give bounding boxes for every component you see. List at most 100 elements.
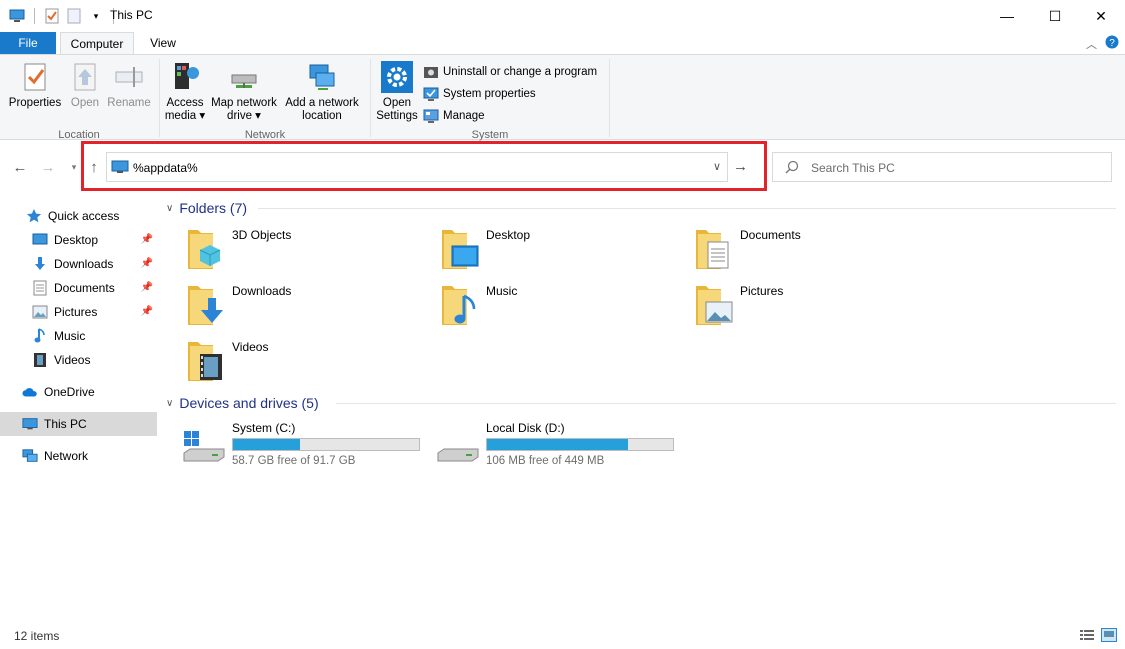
folder-item-music[interactable]: Music — [440, 282, 680, 332]
nav-this-pc[interactable]: This PC — [0, 412, 157, 436]
nav-item-pictures[interactable]: Pictures 📌 — [0, 300, 157, 324]
ribbon-tabs: File Computer View ︿ ? — [0, 32, 1125, 55]
address-input[interactable]: %appdata% — [133, 161, 198, 175]
minimize-button[interactable]: — — [984, 0, 1030, 32]
search-placeholder[interactable]: Search This PC — [811, 161, 895, 175]
nav-label: Quick access — [48, 209, 120, 223]
folder-name: Documents — [740, 228, 801, 242]
rename-button[interactable]: Rename — [106, 61, 152, 110]
large-icons-view-icon[interactable] — [1101, 628, 1117, 642]
add-network-location-icon — [309, 64, 335, 90]
folders-section-header[interactable]: ∨ Folders (7) — [166, 198, 247, 218]
manage-button[interactable]: Manage — [423, 108, 485, 124]
add-network-location-label: Add a network location — [285, 97, 359, 122]
open-icon — [74, 63, 96, 91]
maximize-button[interactable]: ☐ — [1032, 0, 1078, 32]
map-network-drive-button[interactable]: Map network drive ▾ — [208, 61, 280, 123]
documents-icon — [32, 280, 48, 296]
nav-quick-access[interactable]: Quick access — [0, 204, 157, 228]
nav-label: This PC — [44, 417, 87, 431]
help-icon[interactable]: ? — [1105, 35, 1119, 52]
tab-view[interactable]: View — [140, 32, 186, 54]
pin-icon[interactable]: 📌 — [141, 306, 153, 317]
nav-label: OneDrive — [44, 385, 95, 399]
uninstall-program-button[interactable]: Uninstall or change a program — [423, 64, 597, 80]
section-divider — [258, 208, 1116, 209]
nav-label: Music — [54, 329, 86, 343]
desktop-icon — [32, 232, 48, 248]
folder-item-desktop[interactable]: Desktop — [440, 226, 680, 276]
folders-header-label: Folders (7) — [179, 200, 248, 216]
add-network-location-button[interactable]: Add a network location — [282, 61, 362, 123]
customize-qat-icon[interactable]: ▾ — [87, 7, 105, 25]
pin-icon[interactable]: 📌 — [141, 258, 153, 269]
this-pc-icon[interactable] — [8, 7, 26, 25]
up-arrow-icon[interactable]: ↑ — [84, 157, 104, 177]
nav-onedrive[interactable]: OneDrive — [0, 380, 157, 404]
access-media-button[interactable]: Access media ▾ — [164, 61, 206, 123]
properties-icon — [24, 63, 46, 91]
collapse-chevron-icon[interactable]: ∨ — [166, 398, 173, 409]
folder-item-3d-objects[interactable]: 3D Objects — [186, 226, 426, 276]
folder-item-documents[interactable]: Documents — [694, 226, 934, 276]
nav-item-downloads[interactable]: Downloads 📌 — [0, 252, 157, 276]
folder-item-downloads[interactable]: Downloads — [186, 282, 426, 332]
nav-item-music[interactable]: Music — [0, 324, 157, 348]
collapse-chevron-icon[interactable]: ∨ — [166, 203, 173, 214]
nav-item-desktop[interactable]: Desktop 📌 — [0, 228, 157, 252]
tab-computer[interactable]: Computer — [60, 32, 134, 55]
windows-drive-icon — [183, 431, 225, 462]
address-dropdown-chevron-icon[interactable]: ∨ — [713, 160, 721, 173]
details-view-icon[interactable] — [1079, 628, 1095, 642]
properties-check-icon[interactable] — [43, 7, 61, 25]
recent-locations-chevron-icon[interactable]: ▾ — [64, 157, 84, 177]
this-pc-icon — [111, 160, 129, 177]
search-box[interactable]: Search This PC — [772, 152, 1112, 182]
ribbon-separator — [609, 59, 610, 137]
uninstall-program-icon — [424, 67, 438, 78]
folder-item-videos[interactable]: Videos — [186, 338, 426, 388]
videos-icon — [32, 352, 48, 368]
drive-usage-fill — [487, 439, 629, 450]
map-network-drive-label: Map network drive ▾ — [211, 97, 277, 122]
nav-label: Network — [44, 449, 89, 463]
system-properties-button[interactable]: System properties — [423, 86, 536, 102]
pin-icon[interactable]: 📌 — [141, 234, 153, 245]
collapse-ribbon-icon[interactable]: ︿ — [1086, 36, 1097, 52]
drives-section-header[interactable]: ∨ Devices and drives (5) — [166, 393, 319, 413]
folder-name: Pictures — [740, 284, 784, 298]
drive-usage-bar — [486, 438, 674, 451]
ribbon-group-system: Open Settings Uninstall or change a prog… — [371, 55, 609, 141]
drive-item-system-c[interactable]: System (C:) 58.7 GB free of 91.7 GB — [182, 421, 432, 471]
pictures-icon — [32, 304, 48, 320]
nav-label: Documents — [54, 281, 115, 295]
tab-file[interactable]: File — [0, 32, 56, 54]
drive-free-space: 106 MB free of 449 MB — [486, 455, 605, 467]
nav-item-documents[interactable]: Documents 📌 — [0, 276, 157, 300]
nav-network[interactable]: Network — [0, 444, 157, 468]
close-button[interactable]: ✕ — [1078, 0, 1124, 32]
nav-label: Downloads — [54, 257, 114, 271]
open-button[interactable]: Open — [66, 61, 104, 110]
back-arrow-icon[interactable]: ← — [10, 157, 30, 177]
pin-icon[interactable]: 📌 — [141, 282, 153, 293]
folder-name: Music — [486, 284, 518, 298]
forward-arrow-icon[interactable]: → — [38, 157, 58, 177]
star-icon — [26, 208, 42, 224]
go-arrow-icon[interactable]: → — [733, 158, 748, 175]
nav-label: Pictures — [54, 305, 98, 319]
drive-name: Local Disk (D:) — [486, 421, 565, 435]
open-settings-button[interactable]: Open Settings — [373, 61, 421, 123]
properties-button[interactable]: Properties — [6, 61, 64, 110]
nav-item-videos[interactable]: Videos — [0, 348, 157, 372]
drives-header-label: Devices and drives (5) — [179, 395, 319, 411]
folder-item-pictures[interactable]: Pictures — [694, 282, 934, 332]
gear-icon — [381, 61, 413, 93]
drive-item-local-disk-d[interactable]: Local Disk (D:) 106 MB free of 449 MB — [436, 421, 686, 471]
folder-name: 3D Objects — [232, 228, 292, 242]
onedrive-cloud-icon — [22, 384, 38, 400]
new-folder-icon[interactable] — [65, 7, 83, 25]
folder-name: Videos — [232, 340, 269, 354]
address-bar[interactable]: %appdata% ∨ — [106, 152, 728, 182]
folder-name: Downloads — [232, 284, 292, 298]
